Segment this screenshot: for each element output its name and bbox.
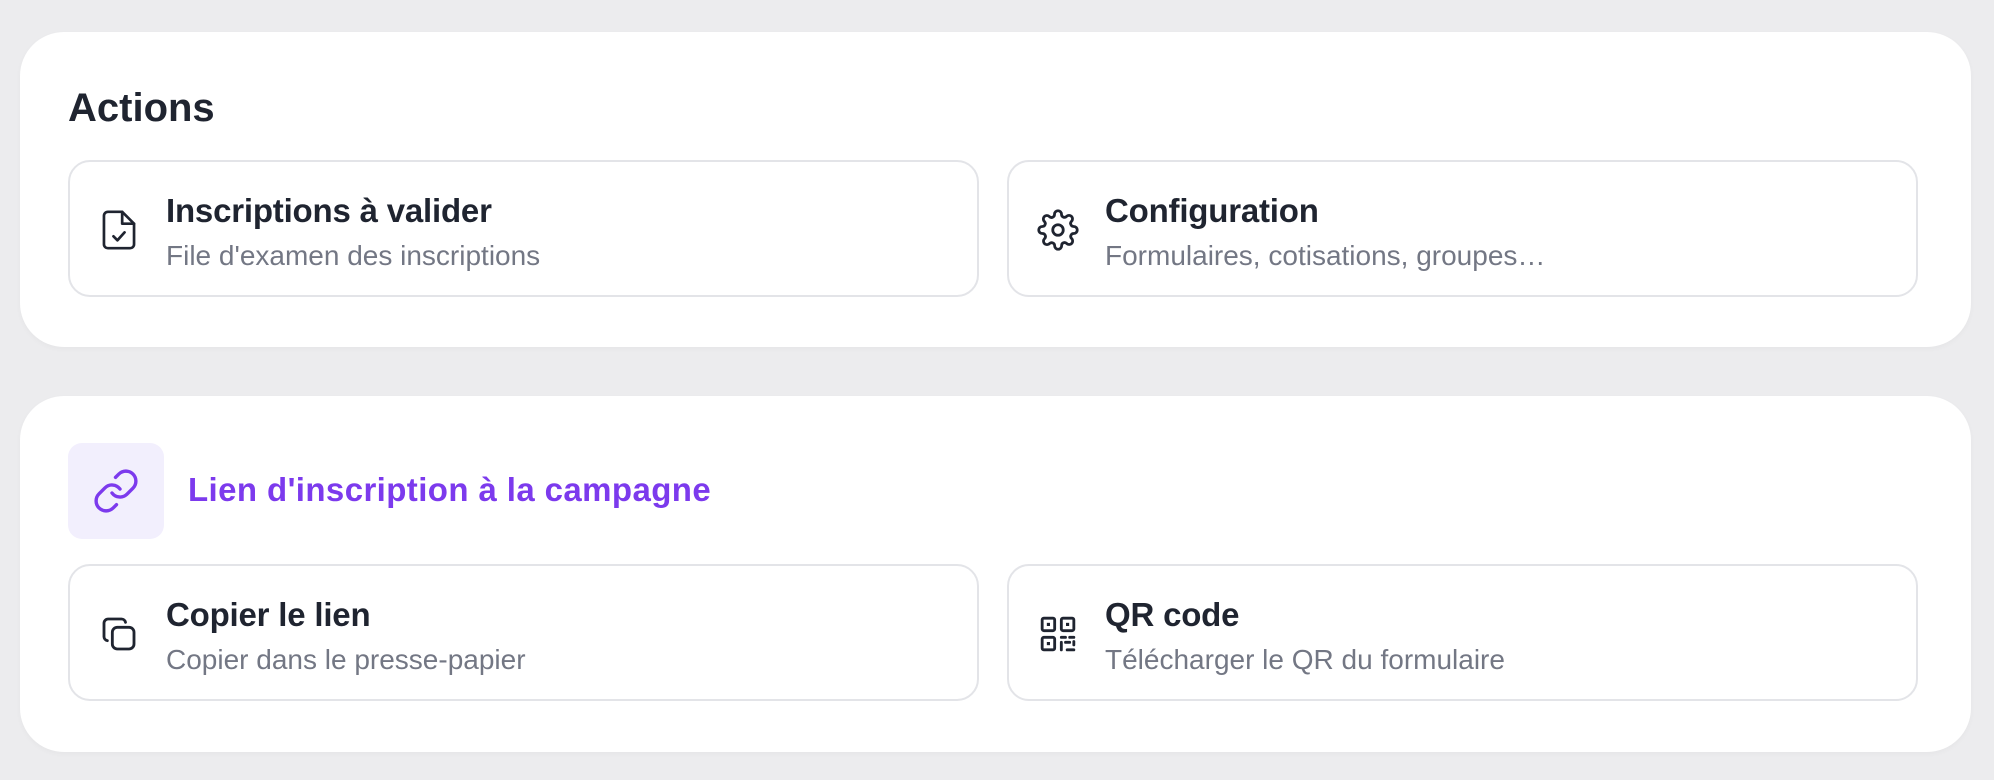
actions-title: Actions (68, 86, 215, 130)
qr-code-card[interactable]: QR code Télécharger le QR du formulaire (1007, 564, 1918, 701)
configuration-card[interactable]: Configuration Formulaires, cotisations, … (1007, 160, 1918, 297)
file-check-icon (98, 209, 140, 251)
pending-registrations-card[interactable]: Inscriptions à valider File d'examen des… (68, 160, 979, 297)
pending-registrations-subtitle: File d'examen des inscriptions (166, 240, 541, 271)
qr-code-title: QR code (1105, 596, 1240, 633)
qr-code-subtitle: Télécharger le QR du formulaire (1105, 644, 1505, 675)
qr-code-icon (1037, 613, 1079, 655)
configuration-subtitle: Formulaires, cotisations, groupes… (1105, 240, 1546, 271)
pending-registrations-title: Inscriptions à valider (166, 192, 492, 229)
link-icon (68, 443, 164, 539)
campaign-link-title: Lien d'inscription à la campagne (188, 471, 712, 508)
copy-link-title: Copier le lien (166, 596, 371, 633)
configuration-title: Configuration (1105, 192, 1319, 229)
copy-icon (98, 613, 140, 655)
actions-panel: Actions Inscriptions à valider File d'ex… (20, 32, 1971, 347)
campaign-link-panel: Lien d'inscription à la campagne Copier … (20, 396, 1971, 752)
copy-link-subtitle: Copier dans le presse-papier (166, 644, 526, 675)
gear-icon (1037, 209, 1079, 251)
copy-link-card[interactable]: Copier le lien Copier dans le presse-pap… (68, 564, 979, 701)
